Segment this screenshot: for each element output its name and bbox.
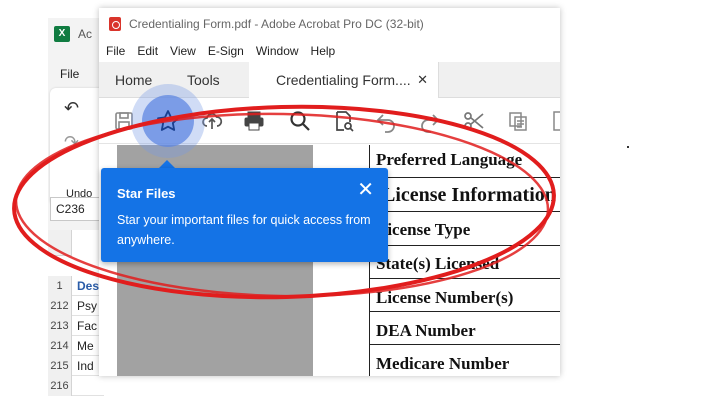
copy-icon[interactable] <box>505 108 531 134</box>
undo-icon[interactable]: ↶ <box>64 98 79 119</box>
print-icon[interactable] <box>241 108 267 134</box>
form-row-preferred-language: Preferred Language <box>370 145 560 178</box>
select-all-corner[interactable] <box>48 230 72 256</box>
title-bar: Credentialing Form.pdf - Adobe Acrobat P… <box>99 8 560 40</box>
form-row-dea-number: DEA Number <box>370 312 560 345</box>
stray-dot <box>627 146 629 148</box>
popup-title: Star Files <box>117 186 176 201</box>
pdf-app-icon <box>109 17 121 31</box>
table-row[interactable]: 216 <box>48 376 104 396</box>
form-row-license-information: License Information <box>370 178 560 212</box>
menu-esign[interactable]: E-Sign <box>208 40 244 62</box>
menu-edit[interactable]: Edit <box>137 40 158 62</box>
redo-icon[interactable]: ↷ <box>64 132 79 153</box>
form-row-states-licensed: State(s) Licensed <box>370 246 560 279</box>
excel-window: X Ac File ↶ ↷ Undo C236 1 Des 212 Psy 21… <box>48 18 104 396</box>
excel-grid: 1 Des 212 Psy 213 Fac 214 Me 215 Ind 216 <box>48 230 104 396</box>
name-box[interactable]: C236 <box>50 197 102 221</box>
row-number[interactable]: 212 <box>48 296 72 316</box>
file-search-icon[interactable] <box>331 108 357 134</box>
star-files-popup: Star Files Star your important files for… <box>101 168 388 262</box>
search-icon[interactable] <box>287 108 313 134</box>
excel-file-menu[interactable]: File <box>60 67 79 81</box>
scissors-icon[interactable] <box>461 108 487 134</box>
menu-view[interactable]: View <box>170 40 196 62</box>
menu-bar: File Edit View E-Sign Window Help <box>99 40 560 62</box>
row-number[interactable]: 216 <box>48 376 72 396</box>
redo-icon[interactable] <box>417 108 443 134</box>
window-title: Credentialing Form.pdf - Adobe Acrobat P… <box>129 17 424 31</box>
star-icon[interactable] <box>155 108 181 134</box>
menu-file[interactable]: File <box>106 40 125 62</box>
form-row-medicare-number: Medicare Number <box>376 354 510 373</box>
close-popup-icon[interactable]: ✕ <box>357 180 374 200</box>
popup-message: Star your important files for quick acce… <box>117 213 371 247</box>
table-row[interactable]: 212 Psy <box>48 296 104 316</box>
row-number[interactable]: 1 <box>48 276 72 296</box>
row-number[interactable]: 215 <box>48 356 72 376</box>
table-row[interactable]: 215 Ind <box>48 356 104 376</box>
table-row[interactable]: 213 Fac <box>48 316 104 336</box>
cell[interactable]: Me <box>77 336 94 356</box>
page-icon[interactable] <box>545 108 560 134</box>
cell[interactable]: Psy <box>77 296 97 316</box>
form-row-license-numbers: License Number(s) <box>370 279 560 312</box>
tab-document[interactable]: Credentialing Form.... ✕ <box>249 62 439 98</box>
table-row[interactable]: 1 Des <box>48 276 104 296</box>
form-row-license-type: License Type <box>370 212 560 246</box>
cell[interactable]: Ind <box>77 356 94 376</box>
cell[interactable]: Des <box>77 276 99 296</box>
cell[interactable]: Fac <box>77 316 97 336</box>
excel-logo-icon: X <box>54 26 70 42</box>
row-number[interactable]: 214 <box>48 336 72 356</box>
tab-document-label: Credentialing Form.... <box>276 72 411 88</box>
menu-help[interactable]: Help <box>311 40 336 62</box>
table-row[interactable]: 214 Me <box>48 336 104 356</box>
close-tab-icon[interactable]: ✕ <box>417 62 428 98</box>
row-number[interactable]: 213 <box>48 316 72 336</box>
undo-icon[interactable] <box>373 108 399 134</box>
form-table: Preferred Language License Information L… <box>369 145 560 376</box>
menu-window[interactable]: Window <box>256 40 299 62</box>
excel-ribbon: ↶ ↷ Undo <box>50 88 102 206</box>
excel-app-name: Ac <box>78 27 93 41</box>
